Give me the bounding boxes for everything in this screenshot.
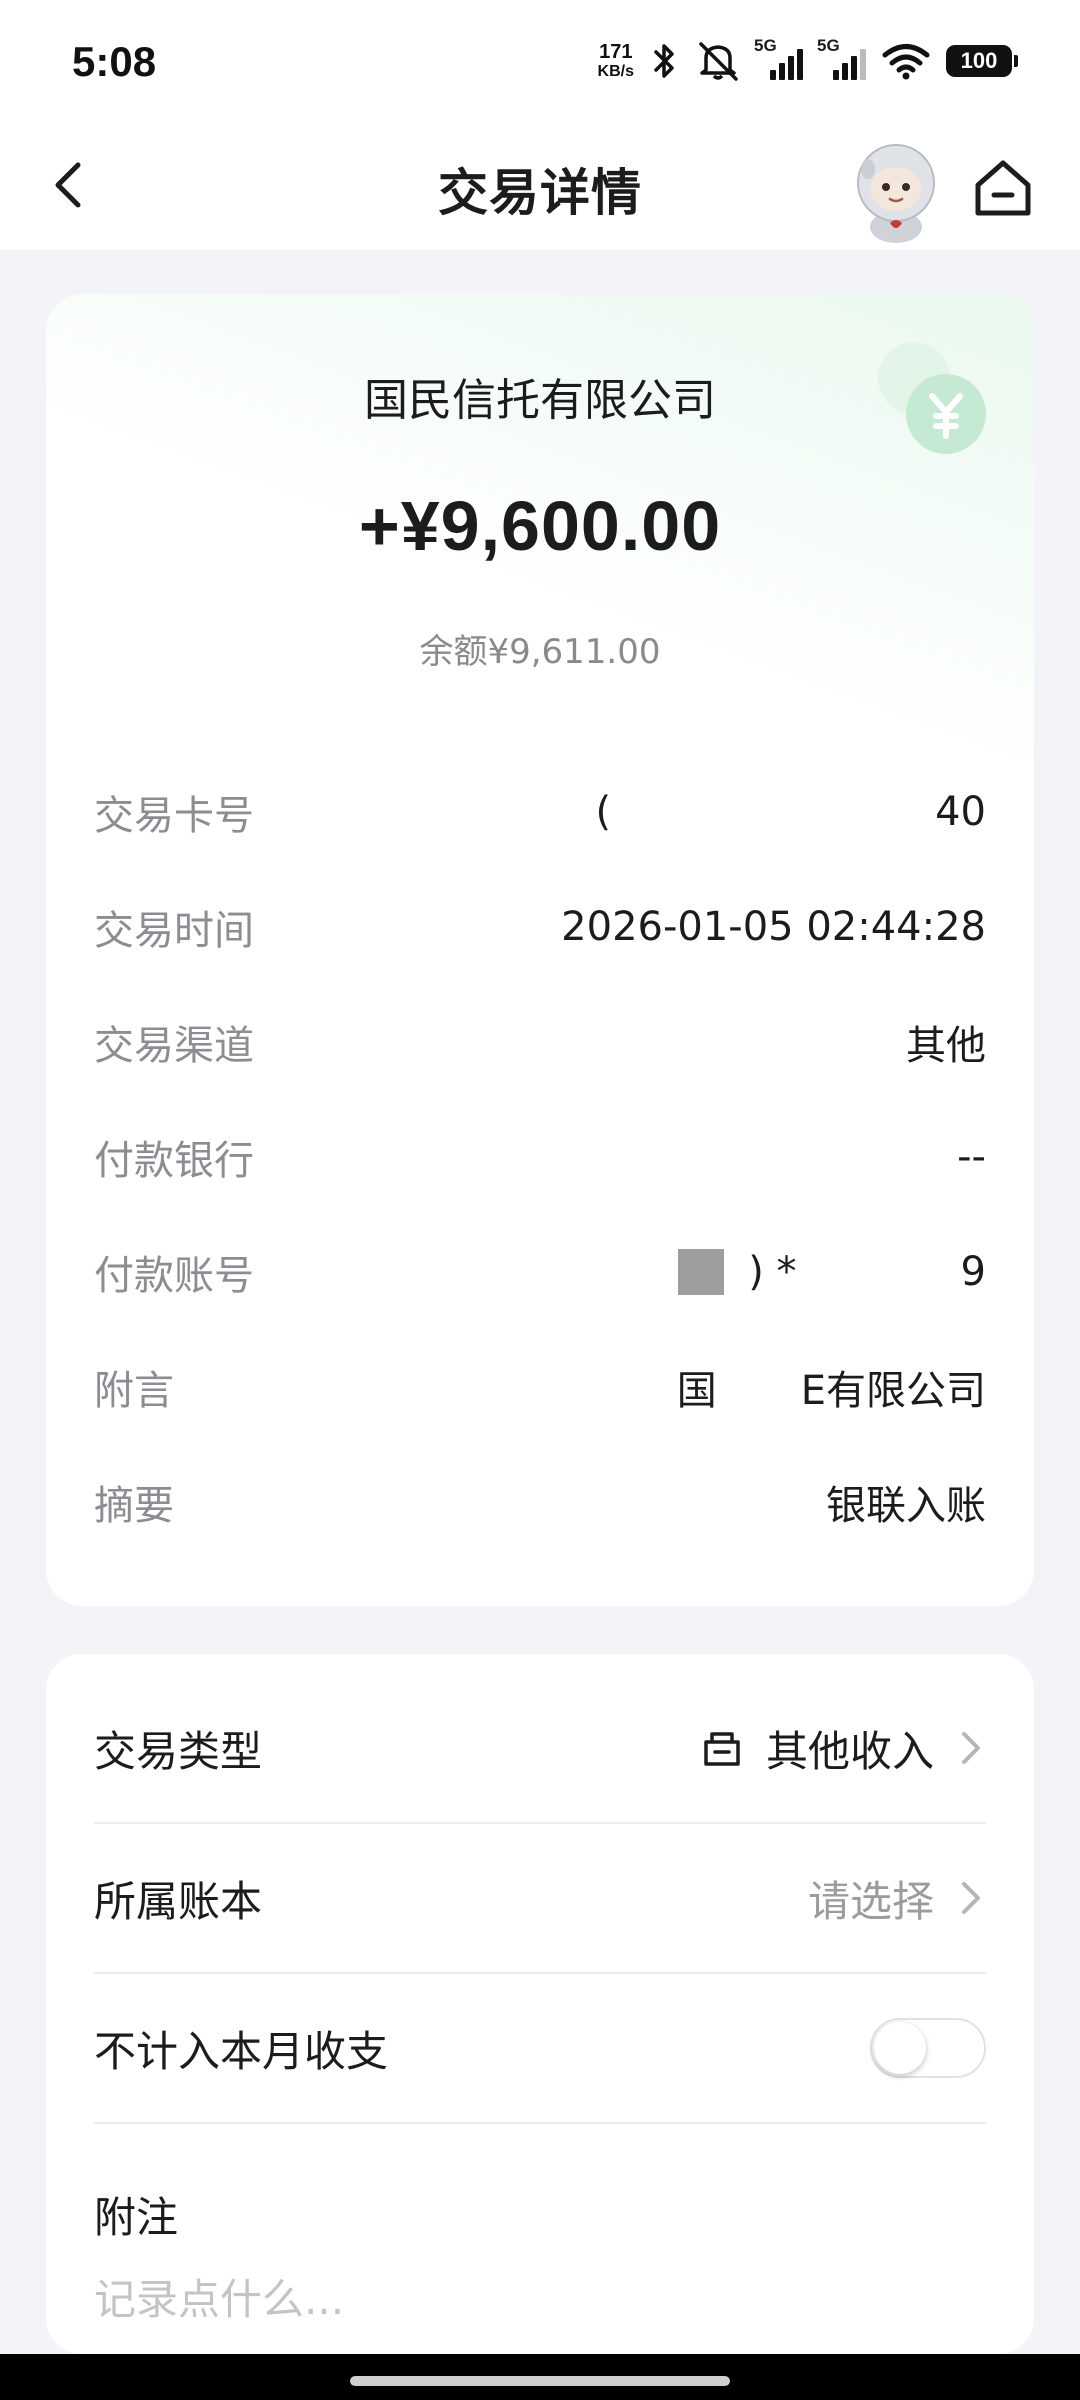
card-number-tail: 40: [935, 788, 986, 835]
mascot-avatar[interactable]: [848, 137, 944, 245]
category-icon: [704, 1732, 740, 1766]
wifi-icon: [882, 44, 930, 80]
transaction-type-label: 交易类型: [94, 1726, 263, 1776]
card-number-part: (: [595, 788, 612, 835]
network-speed-value: 171: [599, 41, 633, 63]
transaction-settings-card: 交易类型 其他收入 所属账本 请选择 不计入本月收支 附注: [46, 1654, 1034, 2354]
exclude-monthly-toggle[interactable]: [870, 2018, 986, 2078]
row-payer-account: 付款账号 ) * 9: [94, 1214, 986, 1329]
mute-bell-icon: [699, 42, 738, 81]
transaction-amount: +¥9,600.00: [358, 487, 722, 565]
toggle-knob: [874, 2022, 926, 2074]
row-card-number: 交易卡号 ( 40: [94, 754, 986, 869]
row-channel: 交易渠道 其他: [94, 984, 986, 1099]
note-input[interactable]: [94, 2264, 974, 2334]
home-button[interactable]: [968, 153, 1038, 223]
row-transaction-time: 交易时间 2026-01-05 02:44:28: [94, 869, 986, 984]
transaction-time-value: 2026-01-05 02:44:28: [561, 903, 986, 950]
app-header: 交易详情: [0, 125, 1080, 250]
row-label: 付款银行: [94, 1137, 254, 1184]
exclude-monthly-row: 不计入本月收支: [94, 1974, 986, 2124]
transaction-info-list: 交易卡号 ( 40 交易时间 2026-01-05 02:44:28 交易渠道 …: [94, 754, 986, 1559]
remark-value: 国 E有限公司: [677, 1358, 986, 1416]
row-remark: 附言 国 E有限公司: [94, 1329, 986, 1444]
signal-icon-sim1: 5G: [754, 36, 803, 80]
card-number-value: ( 40: [595, 789, 986, 835]
account-book-row[interactable]: 所属账本 请选择: [94, 1824, 986, 1974]
channel-value: 其他: [906, 1022, 986, 1069]
row-label: 交易渠道: [94, 1022, 254, 1069]
transaction-type-row[interactable]: 交易类型 其他收入: [94, 1674, 986, 1824]
chevron-right-icon: [962, 1882, 980, 1914]
account-book-value: 请选择: [807, 1876, 934, 1926]
home-icon: [975, 160, 1031, 216]
remark-tail: E有限公司: [800, 1367, 986, 1414]
payer-account-value: ) * 9: [678, 1248, 986, 1295]
status-icons: 171 KB/s 5G 5G 100: [598, 36, 1018, 86]
summary-value: 银联入账: [826, 1482, 986, 1529]
payer-account-tail: 9: [960, 1248, 986, 1295]
exclude-monthly-label: 不计入本月收支: [94, 2026, 389, 2076]
battery-icon: 100: [946, 45, 1018, 77]
network-speed: 171 KB/s: [598, 42, 634, 80]
payer-bank-value: --: [957, 1133, 986, 1180]
row-payer-bank: 付款银行 --: [94, 1099, 986, 1214]
payer-account-part: ) *: [748, 1248, 797, 1295]
account-balance: 余额¥9,611.00: [419, 632, 661, 672]
home-indicator[interactable]: [350, 2376, 730, 2386]
row-label: 摘要: [94, 1482, 174, 1529]
row-label: 交易时间: [94, 907, 254, 954]
network-speed-unit: KB/s: [597, 63, 634, 80]
row-label: 付款账号: [94, 1252, 254, 1299]
row-label: 交易卡号: [94, 792, 254, 839]
merchant-name: 国民信托有限公司: [364, 375, 716, 426]
row-label: 附言: [94, 1367, 174, 1414]
transaction-detail-card: 国民信托有限公司 +¥9,600.00 余额¥9,611.00 交易卡号 ( 4…: [46, 294, 1034, 1606]
note-label: 附注: [94, 2193, 179, 2242]
redaction-block: [678, 1248, 725, 1295]
transaction-type-value: 其他收入: [765, 1726, 934, 1776]
astronaut-mascot-icon: [857, 144, 935, 243]
remark-part: 国: [676, 1367, 717, 1414]
chevron-right-icon: [962, 1732, 980, 1764]
status-bar: 5:08 171 KB/s 5G 5G 100: [0, 0, 1080, 125]
signal-icon-sim2: 5G: [817, 36, 866, 80]
row-summary: 摘要 银联入账: [94, 1444, 986, 1559]
bluetooth-icon: [654, 44, 674, 78]
status-time: 5:08: [72, 38, 157, 85]
account-book-label: 所属账本: [94, 1876, 263, 1926]
